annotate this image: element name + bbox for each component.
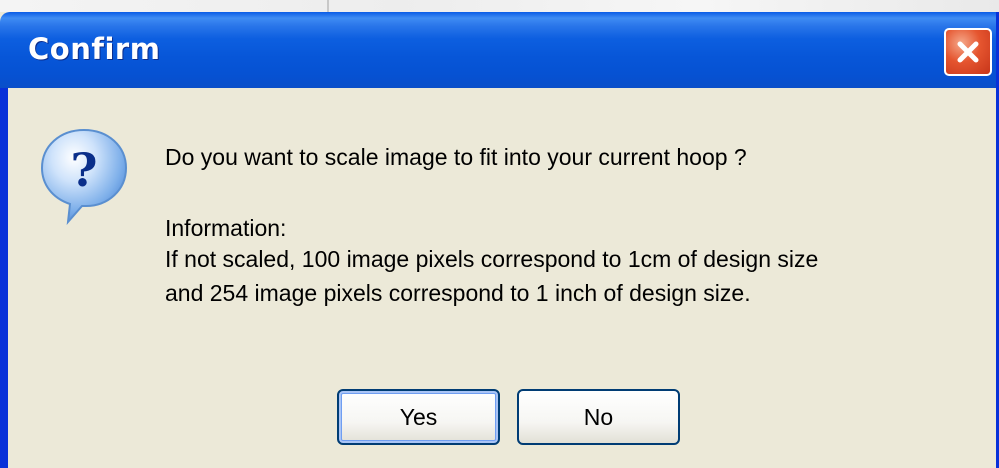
close-button[interactable] (944, 28, 992, 76)
screen: Confirm ? Do you want to scale image to … (0, 0, 999, 468)
no-button[interactable]: No (517, 389, 680, 445)
confirm-dialog: Confirm ? Do you want to scale image to … (0, 12, 999, 468)
window-title: Confirm (28, 32, 161, 66)
svg-text:?: ? (71, 143, 98, 197)
question-icon: ? (40, 128, 128, 226)
background-divider (327, 0, 329, 12)
information-line-1: If not scaled, 100 image pixels correspo… (165, 246, 819, 272)
close-icon (957, 41, 979, 63)
title-bar[interactable]: Confirm (0, 12, 996, 88)
yes-button[interactable]: Yes (337, 389, 500, 445)
confirm-question: Do you want to scale image to fit into y… (165, 144, 747, 170)
information-heading: Information: (165, 215, 287, 241)
background-window-strip (0, 0, 999, 12)
dialog-left-border (0, 88, 8, 468)
information-line-2: and 254 image pixels correspond to 1 inc… (165, 280, 751, 306)
